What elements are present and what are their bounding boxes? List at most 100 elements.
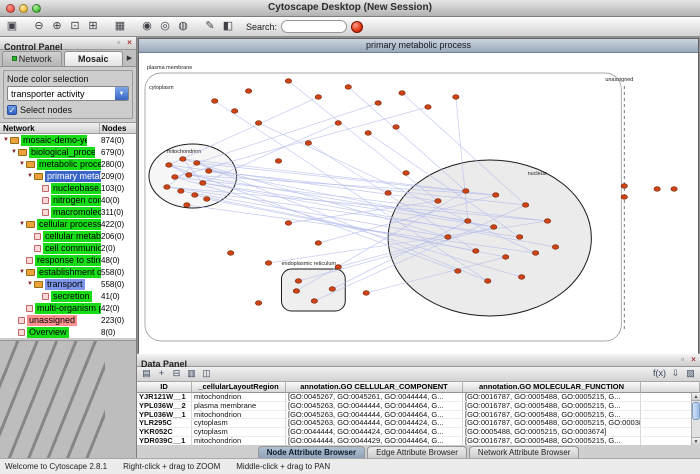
table-cell[interactable]: [GO:0045263, GO:0044444, GO:0044464, G..… bbox=[286, 402, 463, 411]
tree-item-secretion[interactable]: secretion41(0) bbox=[0, 290, 136, 302]
tab-mosaic[interactable]: Mosaic bbox=[64, 51, 124, 66]
table-cell[interactable]: [GO:0016787, GO:0005488, GO:0005215, G..… bbox=[463, 402, 641, 411]
network-node[interactable] bbox=[329, 287, 335, 292]
network-overview-icon[interactable]: ▦ bbox=[112, 19, 128, 35]
zoom-in-icon[interactable]: ⊕ bbox=[49, 19, 65, 35]
network-node[interactable] bbox=[295, 279, 301, 284]
network-node[interactable] bbox=[345, 85, 351, 90]
tree-item-cell-communica[interactable]: cell communica...2(0) bbox=[0, 242, 136, 254]
tree-item-establishment-of-l[interactable]: ▼establishment of l...558(0) bbox=[0, 266, 136, 278]
table-cell[interactable]: [GO:0005488, GO:0005215, GO:0003674] bbox=[463, 428, 641, 437]
scrollbar-thumb[interactable] bbox=[692, 402, 700, 420]
table-cell[interactable]: YPL036W__2 bbox=[137, 402, 192, 411]
table-cell[interactable]: [GO:0016787, GO:0005488, GO:0005215, GO:… bbox=[463, 419, 641, 428]
network-node[interactable] bbox=[255, 301, 261, 306]
tree-item-unassigned[interactable]: unassigned223(0) bbox=[0, 314, 136, 326]
column-header-cellularlayoutregion[interactable]: _cellularLayoutRegion bbox=[192, 382, 286, 393]
merge-networks-icon[interactable]: ◍ bbox=[175, 19, 191, 35]
table-cell[interactable]: mitochondrion bbox=[192, 393, 286, 402]
network-node[interactable] bbox=[275, 159, 281, 164]
network-node[interactable] bbox=[227, 251, 233, 256]
tree-item-macromolecule[interactable]: macromolecule...311(0) bbox=[0, 206, 136, 218]
delete-attribute-icon[interactable]: ⊟ bbox=[170, 368, 183, 380]
network-node[interactable] bbox=[365, 131, 371, 136]
network-edge[interactable] bbox=[197, 103, 378, 163]
table-cell[interactable]: [GO:0016787, GO:0005488, GO:0005215, G..… bbox=[463, 411, 641, 420]
table-cell[interactable]: plasma membrane bbox=[192, 402, 286, 411]
select-attributes-icon[interactable]: ▤ bbox=[140, 368, 153, 380]
network-node[interactable] bbox=[245, 89, 251, 94]
network-node[interactable] bbox=[255, 121, 261, 126]
network-canvas-svg[interactable]: plasma membranecytoplasmmitochondrionnuc… bbox=[139, 53, 698, 354]
table-cell[interactable]: YJR121W__1 bbox=[137, 393, 192, 402]
network-node[interactable] bbox=[293, 289, 299, 294]
network-node[interactable] bbox=[172, 175, 178, 180]
tree-expander-icon[interactable]: ▼ bbox=[2, 137, 10, 143]
tree-item-primary-metabo[interactable]: ▼primary metabo...209(0) bbox=[0, 170, 136, 182]
network-node[interactable] bbox=[621, 184, 627, 189]
network-node[interactable] bbox=[315, 95, 321, 100]
open-attribute-file-icon[interactable]: ▨ bbox=[684, 368, 697, 380]
zoom-fit-content-icon[interactable]: ⊞ bbox=[85, 19, 101, 35]
table-cell[interactable]: [GO:0045263, GO:0044444, GO:0044464, G..… bbox=[286, 411, 463, 420]
column-header-annotation-go-cellular-component[interactable]: annotation.GO CELLULAR_COMPONENT bbox=[286, 382, 463, 393]
node-color-dropdown[interactable]: transporter activity ▼ bbox=[7, 86, 129, 101]
tab-scroll-right-icon[interactable]: ▶ bbox=[124, 51, 135, 66]
birdseye-view[interactable] bbox=[0, 340, 136, 458]
network-node[interactable] bbox=[180, 157, 186, 162]
search-options-button[interactable] bbox=[351, 21, 363, 33]
create-attribute-icon[interactable]: + bbox=[155, 368, 168, 380]
column-header-id[interactable]: ID bbox=[137, 382, 192, 393]
table-cell[interactable]: [GO:0016787, GO:0005488, GO:0005215, G..… bbox=[463, 393, 641, 402]
network-node[interactable] bbox=[654, 187, 660, 192]
network-node[interactable] bbox=[465, 219, 471, 224]
import-attributes-icon[interactable]: ⇩ bbox=[669, 368, 682, 380]
tab-network-attribute-browser[interactable]: Network Attribute Browser bbox=[469, 446, 579, 458]
table-cell[interactable]: YDR039C__1 bbox=[137, 437, 192, 445]
network-node[interactable] bbox=[285, 221, 291, 226]
new-network-selected-edges-icon[interactable]: ◎ bbox=[157, 19, 173, 35]
zoom-selected-region-icon[interactable]: ⊡ bbox=[67, 19, 83, 35]
window-close-button[interactable] bbox=[6, 4, 15, 13]
data-panel-float-icon[interactable]: ▫ bbox=[678, 354, 687, 366]
network-node[interactable] bbox=[335, 265, 341, 270]
data-panel-close-icon[interactable]: × bbox=[689, 354, 698, 366]
network-node[interactable] bbox=[178, 189, 184, 194]
network-view-titlebar[interactable]: primary metabolic process bbox=[139, 39, 698, 53]
network-node[interactable] bbox=[522, 203, 528, 208]
tree-item-nucleobase[interactable]: nucleobase...103(0) bbox=[0, 182, 136, 194]
network-node[interactable] bbox=[231, 109, 237, 114]
network-node[interactable] bbox=[671, 187, 677, 192]
tree-expander-icon[interactable]: ▼ bbox=[10, 149, 18, 155]
network-node[interactable] bbox=[385, 191, 391, 196]
tree-header-nodes[interactable]: Nodes bbox=[100, 123, 136, 133]
network-node[interactable] bbox=[532, 251, 538, 256]
table-cell[interactable]: YKR052C bbox=[137, 428, 192, 437]
tab-edge-attribute-browser[interactable]: Edge Attribute Browser bbox=[367, 446, 467, 458]
network-node[interactable] bbox=[552, 245, 558, 250]
network-node[interactable] bbox=[285, 79, 291, 84]
network-node[interactable] bbox=[491, 225, 497, 230]
table-cell[interactable]: [GO:0045267, GO:0045261, GO:0044444, G..… bbox=[286, 393, 463, 402]
new-network-from-selection-icon[interactable]: ◉ bbox=[139, 19, 155, 35]
network-node[interactable] bbox=[192, 193, 198, 198]
network-node[interactable] bbox=[184, 203, 190, 208]
network-canvas[interactable]: plasma membranecytoplasmmitochondrionnuc… bbox=[139, 53, 698, 354]
network-node[interactable] bbox=[315, 241, 321, 246]
tree-item-mosaic-demo-yeast[interactable]: ▼mosaic-demo-yeast874(0) bbox=[0, 134, 136, 146]
select-nodes-checkbox[interactable]: ✓ bbox=[7, 105, 17, 115]
network-node[interactable] bbox=[375, 101, 381, 106]
table-cell[interactable]: [GO:0045263, GO:0044444, GO:0044424, G..… bbox=[286, 419, 463, 428]
network-node[interactable] bbox=[204, 197, 210, 202]
tree-item-response-to-stimul[interactable]: response to stimul...48(0) bbox=[0, 254, 136, 266]
network-node[interactable] bbox=[502, 255, 508, 260]
network-node[interactable] bbox=[435, 199, 441, 204]
tab-network[interactable]: Network bbox=[2, 51, 62, 66]
annotations-icon[interactable]: ✎ bbox=[202, 19, 218, 35]
scroll-up-icon[interactable]: ▲ bbox=[692, 393, 700, 401]
show-graphics-details-icon[interactable]: ▣ bbox=[4, 19, 20, 35]
network-edge[interactable] bbox=[175, 107, 428, 177]
network-node[interactable] bbox=[453, 95, 459, 100]
tree-expander-icon[interactable]: ▼ bbox=[18, 221, 26, 227]
tree-item-cellular-metabo[interactable]: cellular metabo...206(0) bbox=[0, 230, 136, 242]
